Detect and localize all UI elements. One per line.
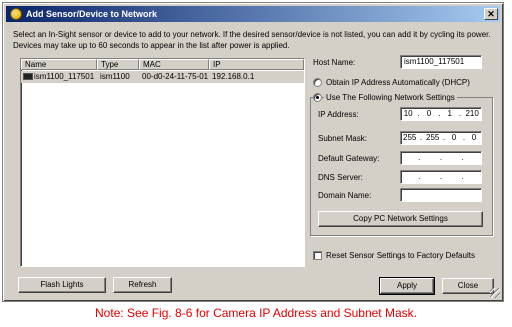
domain-name-label: Domain Name: <box>318 191 372 200</box>
title-bar[interactable]: Add Sensor/Device to Network ✕ <box>6 6 500 22</box>
column-header-mac[interactable]: MAC <box>139 59 209 70</box>
subnet-mask-label: Subnet Mask: <box>318 134 367 143</box>
device-mac-cell: 00-d0-24-11-75-01 <box>142 72 209 81</box>
subnet-octet-1: 255 <box>403 133 417 142</box>
column-header-name[interactable]: Name <box>21 59 97 70</box>
column-header-ip[interactable]: IP <box>209 59 304 70</box>
apply-button[interactable]: Apply <box>379 277 435 295</box>
dhcp-label: Obtain IP Address Automatically (DHCP) <box>326 78 470 87</box>
static-ip-radio[interactable] <box>313 93 322 102</box>
device-row[interactable]: ism1100_117501 ism1100 00-d0-24-11-75-01… <box>21 71 304 83</box>
device-ip-cell: 192.168.0.1 <box>212 72 255 81</box>
column-header-type[interactable]: Type <box>97 59 139 70</box>
static-ip-label: Use The Following Network Settings <box>324 92 457 103</box>
app-icon <box>10 8 22 20</box>
dns-server-input[interactable]: ... <box>400 170 482 184</box>
window-title: Add Sensor/Device to Network <box>26 9 158 19</box>
dns-server-label: DNS Server: <box>318 173 363 182</box>
ip-octet-1: 10 <box>403 109 413 118</box>
subnet-octet-2: 255 <box>426 133 440 142</box>
device-name-cell: ism1100_117501 <box>21 71 97 83</box>
subnet-octet-4: 0 <box>471 133 477 142</box>
ip-address-input[interactable]: 10. 0. 1. 210 <box>400 107 482 121</box>
default-gateway-label: Default Gateway: <box>318 154 380 163</box>
default-gateway-input[interactable]: ... <box>400 151 482 165</box>
device-list[interactable]: Name Type MAC IP ism1100_117501 ism1100 … <box>20 58 305 267</box>
ip-octet-4: 210 <box>465 109 479 118</box>
reset-factory-defaults-label: Reset Sensor Settings to Factory Default… <box>326 251 475 260</box>
dhcp-radio[interactable] <box>313 78 322 87</box>
close-button[interactable]: Close <box>442 278 494 294</box>
ip-octet-2: 0 <box>426 109 432 118</box>
flash-lights-button[interactable]: Flash Lights <box>18 277 106 293</box>
host-name-label: Host Name: <box>313 58 356 67</box>
instructions-text: Select an In-Sight sensor or device to a… <box>13 30 491 50</box>
domain-name-input[interactable] <box>400 188 482 202</box>
close-window-button[interactable]: ✕ <box>484 8 498 20</box>
device-type-cell: ism1100 <box>100 72 130 81</box>
figure-note: Note: See Fig. 8-6 for Camera IP Address… <box>95 306 417 320</box>
sensor-device-icon <box>23 73 33 80</box>
device-list-header: Name Type MAC IP <box>21 59 304 70</box>
ip-octet-3: 1 <box>447 109 452 118</box>
close-icon: ✕ <box>487 9 495 19</box>
host-name-input[interactable]: ism1100_117501 <box>400 55 482 69</box>
subnet-mask-input[interactable]: 255. 255. 0. 0 <box>400 131 482 145</box>
subnet-octet-3: 0 <box>451 133 457 142</box>
add-sensor-dialog: Add Sensor/Device to Network ✕ Select an… <box>2 2 504 302</box>
ip-address-label: IP Address: <box>318 110 359 119</box>
copy-pc-network-settings-button[interactable]: Copy PC Network Settings <box>318 211 483 227</box>
refresh-button[interactable]: Refresh <box>113 277 172 293</box>
reset-factory-defaults-checkbox[interactable] <box>313 251 322 260</box>
device-name: ism1100_117501 <box>34 72 95 81</box>
resize-grip[interactable] <box>490 288 500 298</box>
